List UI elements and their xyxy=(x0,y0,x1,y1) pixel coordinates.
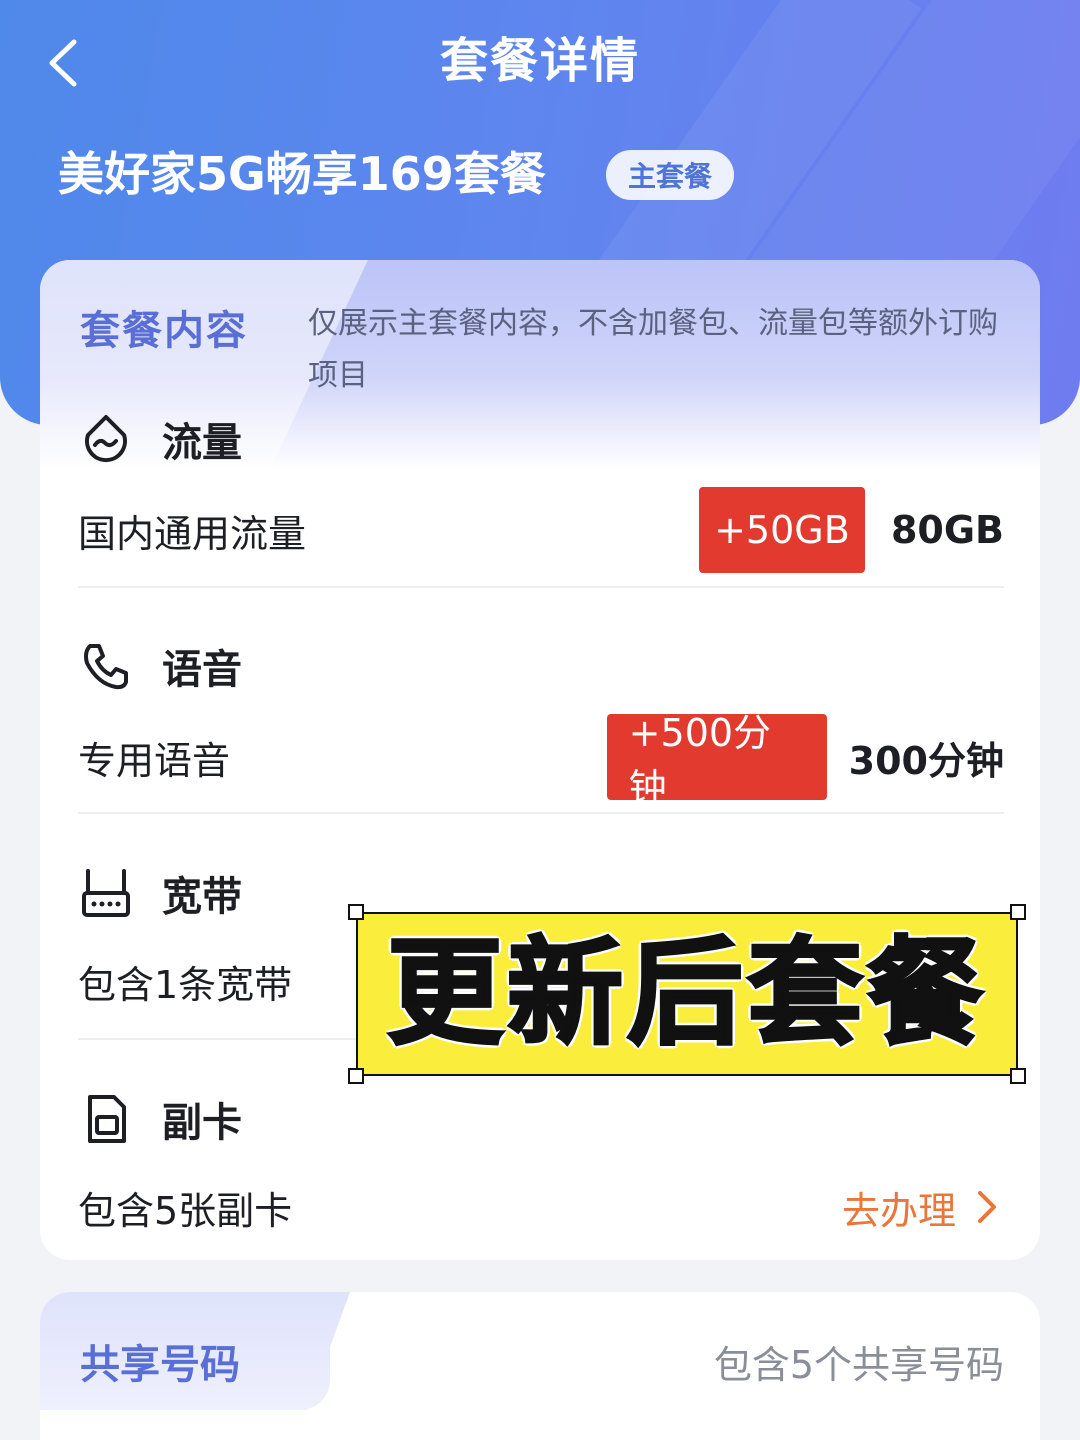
page-title: 套餐详情 xyxy=(439,33,640,89)
action-label: 去办理 xyxy=(841,1188,956,1233)
item-label: 包含5张副卡 xyxy=(78,1188,293,1233)
list-item-sub-card: 包含5张副卡 去办理 xyxy=(78,1162,1004,1252)
bonus-badge: +500分钟 xyxy=(606,711,827,810)
item-value: 80GB xyxy=(890,508,1004,552)
plan-name: 美好家5G畅享169套餐 xyxy=(58,147,546,201)
sim-card-icon xyxy=(80,1093,132,1145)
divider xyxy=(78,812,1004,814)
overlay-caption-text: 更新后套餐 xyxy=(386,926,987,1061)
group-header-broadband: 宽带 xyxy=(80,864,242,922)
item-value: 300分钟 xyxy=(848,738,1004,783)
group-label: 宽带 xyxy=(162,874,242,920)
resize-handle-top-right[interactable] xyxy=(1010,904,1026,920)
resize-handle-bottom-left[interactable] xyxy=(348,1068,364,1084)
section-note: 仅展示主套餐内容，不含加餐包、流量包等额外订购项目 xyxy=(308,306,998,393)
section-title: 套餐内容 xyxy=(80,308,248,354)
list-item-domestic-data: 国内通用流量 +50GB 80GB xyxy=(78,485,1004,575)
group-header-sub-card: 副卡 xyxy=(80,1090,242,1148)
resize-handle-bottom-right[interactable] xyxy=(1010,1068,1026,1084)
go-handle-button[interactable]: 去办理 xyxy=(842,1180,1004,1235)
data-drop-icon xyxy=(80,413,132,465)
item-label: 国内通用流量 xyxy=(78,511,307,556)
package-content-card: 套餐内容 仅展示主套餐内容，不含加餐包、流量包等额外订购项目 流量 国内通用流量… xyxy=(40,260,1040,1260)
group-header-data: 流量 xyxy=(80,410,242,468)
group-header-voice: 语音 xyxy=(80,637,242,695)
resize-handle-top-left[interactable] xyxy=(348,904,364,920)
shared-numbers-card: 共享号码 包含5个共享号码 xyxy=(40,1292,1040,1440)
group-label: 语音 xyxy=(162,647,242,693)
item-label: 专用语音 xyxy=(78,738,231,783)
item-label: 包含1条宽带 xyxy=(78,962,293,1007)
phone-icon xyxy=(80,640,132,692)
group-label: 副卡 xyxy=(162,1100,242,1146)
section-title: 共享号码 xyxy=(80,1342,240,1388)
bonus-badge: +50GB xyxy=(698,487,865,573)
overlay-caption-box[interactable]: 更新后套餐 xyxy=(356,912,1018,1076)
shared-numbers-value: 包含5个共享号码 xyxy=(713,1343,1004,1387)
chevron-right-icon xyxy=(978,1191,996,1223)
divider xyxy=(78,586,1004,588)
list-item-voice: 专用语音 +500分钟 300分钟 xyxy=(78,711,1004,810)
group-label: 流量 xyxy=(162,420,242,466)
router-icon xyxy=(80,867,132,919)
plan-type-badge: 主套餐 xyxy=(606,150,734,200)
